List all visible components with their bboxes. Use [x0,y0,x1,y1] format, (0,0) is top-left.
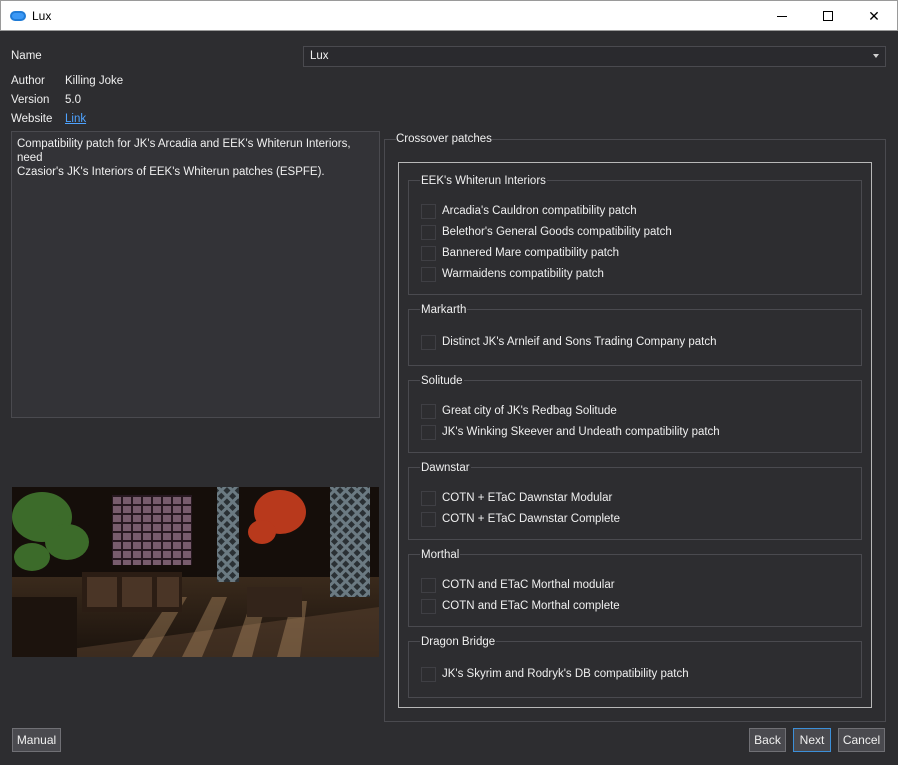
minimize-icon [777,15,787,17]
maximize-icon [823,11,833,21]
preview-image-art [12,487,379,657]
checkbox[interactable] [421,490,436,506]
checkbox[interactable] [421,266,436,282]
website-link[interactable]: Link [65,113,86,125]
checkbox-label: Arcadia's Cauldron compatibility patch [442,205,637,217]
checkbox-label: COTN + ETaC Dawnstar Complete [442,513,620,525]
group-title: Solitude [420,375,464,387]
checkbox-option[interactable]: Great city of JK's Redbag Solitude [421,403,617,419]
checkbox-option[interactable]: Belethor's General Goods compatibility p… [421,224,672,240]
checkbox-option[interactable]: Arcadia's Cauldron compatibility patch [421,203,637,219]
checkbox-label: Great city of JK's Redbag Solitude [442,405,617,417]
checkbox[interactable] [421,598,436,614]
checkbox-label: COTN + ETaC Dawnstar Modular [442,492,613,504]
checkbox-label: JK's Skyrim and Rodryk's DB compatibilit… [442,668,689,680]
title-bar: Lux ✕ [0,0,898,31]
app-icon [10,11,26,21]
checkbox-label: Distinct JK's Arnleif and Sons Trading C… [442,336,717,348]
checkbox-option[interactable]: COTN + ETaC Dawnstar Modular [421,490,612,506]
checkbox-label: COTN and ETaC Morthal complete [442,600,620,612]
description-line: Compatibility patch for JK's Arcadia and… [17,138,351,164]
checkbox[interactable] [421,666,436,682]
description-line: Czasior's JK's Interiors of EEK's Whiter… [17,166,325,178]
cancel-button[interactable]: Cancel [838,728,885,752]
name-select-value: Lux [310,50,329,62]
group-title: Dawnstar [420,462,471,474]
crossover-patches-title: Crossover patches [396,133,492,145]
website-label: Website [11,113,53,125]
preview-image [12,487,379,657]
maximize-button[interactable] [805,1,851,31]
manual-button[interactable]: Manual [12,728,61,752]
group-title: Morthal [420,549,461,561]
checkbox-option[interactable]: Warmaidens compatibility patch [421,266,604,282]
checkbox[interactable] [421,203,436,219]
group-title: EEK's Whiterun Interiors [420,175,547,187]
window-title: Lux [32,9,52,23]
chevron-down-icon [873,54,879,58]
version-value: 5.0 [65,94,81,106]
checkbox[interactable] [421,577,436,593]
checkbox-option[interactable]: COTN + ETaC Dawnstar Complete [421,511,620,527]
checkbox-label: Bannered Mare compatibility patch [442,247,620,259]
checkbox-option[interactable]: COTN and ETaC Morthal complete [421,598,620,614]
author-label: Author [11,75,45,87]
minimize-button[interactable] [759,1,805,31]
close-button[interactable]: ✕ [851,1,897,31]
back-button[interactable]: Back [749,728,786,752]
author-value: Killing Joke [65,75,124,87]
checkbox-option[interactable]: JK's Skyrim and Rodryk's DB compatibilit… [421,666,689,682]
version-label: Version [11,94,50,106]
checkbox-option[interactable]: COTN and ETaC Morthal modular [421,577,615,593]
next-button[interactable]: Next [793,728,831,752]
checkbox[interactable] [421,424,436,440]
name-label: Name [11,50,42,62]
checkbox-label: JK's Winking Skeever and Undeath compati… [442,426,720,438]
checkbox-label: Belethor's General Goods compatibility p… [442,226,672,238]
checkbox[interactable] [421,334,436,350]
description-box[interactable]: Compatibility patch for JK's Arcadia and… [11,131,380,418]
group-title: Markarth [420,304,468,316]
checkbox-option[interactable]: JK's Winking Skeever and Undeath compati… [421,424,720,440]
checkbox[interactable] [421,245,436,261]
checkbox-option[interactable]: Distinct JK's Arnleif and Sons Trading C… [421,334,717,350]
checkbox[interactable] [421,511,436,527]
checkbox-label: Warmaidens compatibility patch [442,268,604,280]
checkbox-option[interactable]: Bannered Mare compatibility patch [421,245,619,261]
group-title: Dragon Bridge [420,636,497,648]
checkbox[interactable] [421,224,436,240]
close-icon: ✕ [868,7,880,24]
checkbox[interactable] [421,403,436,419]
checkbox-label: COTN and ETaC Morthal modular [442,579,615,591]
name-select[interactable]: Lux [303,46,886,67]
